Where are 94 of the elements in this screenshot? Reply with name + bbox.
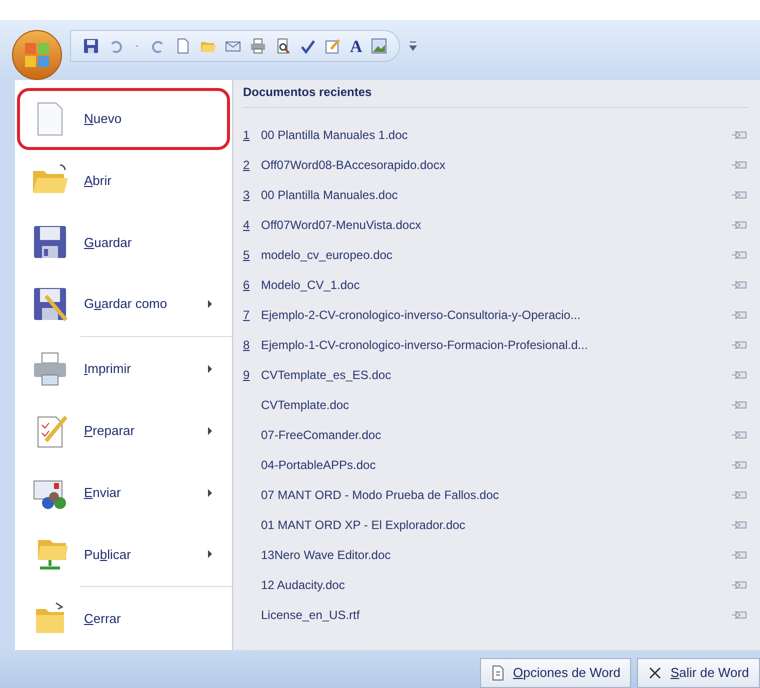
pin-icon[interactable] [732,369,748,381]
menu-label: Enviar [84,484,122,502]
menu-item[interactable]: Guardar como [17,273,230,336]
menu-label: Cerrar [84,610,122,628]
recent-document[interactable]: 6 Modelo_CV_1.doc [243,270,748,300]
recent-document[interactable]: License_en_US.rtf [243,600,748,630]
document-name: 00 Plantilla Manuales 1.doc [261,127,409,144]
office-button[interactable] [12,30,62,80]
exit-button[interactable]: Salir de Word [637,658,760,688]
document-name: 00 Plantilla Manuales.doc [261,187,399,204]
document-options-icon [491,665,506,681]
pin-icon[interactable] [732,129,748,141]
document-number: 5 [243,248,250,262]
pin-icon[interactable] [732,519,748,531]
recent-document[interactable]: 8 Ejemplo-1-CV-cronologico-inverso-Formacion-Profesional.d... [243,330,748,360]
document-name: CVTemplate.doc [261,397,350,414]
pin-icon[interactable] [732,249,748,261]
pin-icon[interactable] [732,459,748,471]
menu-item[interactable]: Nuevo [17,88,230,150]
menu-label: Guardar como [84,295,168,314]
pin-icon[interactable] [732,579,748,591]
document-number: 9 [243,368,250,382]
recent-document[interactable]: 07-FreeComander.doc [243,420,748,450]
options-button[interactable]: Opciones de Word [480,658,632,688]
document-name: 13Nero Wave Editor.doc [261,547,392,564]
pin-icon[interactable] [732,309,748,321]
document-name: License_en_US.rtf [261,607,361,624]
pin-icon[interactable] [732,609,748,621]
document-name: CVTemplate_es_ES.doc [261,367,392,384]
recent-document[interactable]: 3 00 Plantilla Manuales.doc [243,180,748,210]
menu-item[interactable]: Publicar [17,523,230,586]
document-name: 04-PortableAPPs.doc [261,457,377,474]
document-name: 07 MANT ORD - Modo Prueba de Fallos.doc [261,487,500,504]
menu-item[interactable]: Enviar [17,462,230,524]
menu-item[interactable]: Abrir [17,150,230,212]
menu-item[interactable]: Guardar [17,212,230,274]
pin-icon[interactable] [732,549,748,561]
new-document-icon[interactable] [175,38,191,54]
pin-icon[interactable] [732,399,748,411]
document-number: 4 [243,218,250,232]
pin-icon[interactable] [732,219,748,231]
recent-document[interactable]: 1 00 Plantilla Manuales 1.doc [243,120,748,150]
document-name: 12 Audacity.doc [261,577,346,594]
document-name: Modelo_CV_1.doc [261,277,361,294]
recent-document[interactable]: CVTemplate.doc [243,390,748,420]
pin-icon[interactable] [732,189,748,201]
document-name: Ejemplo-1-CV-cronologico-inverso-Formacion-Profesional.d... [261,337,589,354]
menu-label: Guardar [84,234,133,252]
save-icon[interactable] [83,38,99,54]
document-name: Off07Word08-BAccesorapido.docx [261,157,446,174]
document-number: 8 [243,338,250,352]
pin-icon[interactable] [732,429,748,441]
recent-document[interactable]: 9 CVTemplate_es_ES.doc [243,360,748,390]
recent-heading: Documentos recientes [243,80,748,108]
menu-item[interactable]: Preparar [17,400,230,462]
menu-label: Nuevo [84,110,123,128]
menu-item[interactable]: Imprimir [17,338,230,400]
document-name: modelo_cv_europeo.doc [261,247,394,264]
picture-icon[interactable] [371,38,388,54]
logo-icon [24,42,50,68]
menu-label: Abrir [84,172,112,190]
print-preview-icon[interactable] [275,38,291,54]
close-icon [648,666,662,680]
document-name: 07-FreeComander.doc [261,427,382,444]
menu-label: Imprimir [84,360,132,378]
document-name: Ejemplo-2-CV-cronologico-inverso-Consultoria-y-Operacio... [261,307,582,324]
document-number: 2 [243,158,250,172]
recent-document[interactable]: 04-PortableAPPs.doc [243,450,748,480]
document-number: 6 [243,278,250,292]
customize-caret-icon[interactable] [408,40,418,52]
recent-document[interactable]: 2 Off07Word08-BAccesorapido.docx [243,150,748,180]
document-name: Off07Word07-MenuVista.docx [261,217,422,234]
document-number: 3 [243,188,250,202]
font-button[interactable]: A [350,38,362,54]
document-number: 7 [243,308,250,322]
menu-item[interactable]: Cerrar [17,588,230,650]
edit-icon[interactable] [325,38,341,54]
recent-document[interactable]: 7 Ejemplo-2-CV-cronologico-inverso-Consultoria-y-Operacio... [243,300,748,330]
recent-document[interactable]: 4 Off07Word07-MenuVista.docx [243,210,748,240]
menu-label: Preparar [84,422,136,440]
document-name: 01 MANT ORD XP - El Explorador.doc [261,517,466,534]
recent-document[interactable]: 13Nero Wave Editor.doc [243,540,748,570]
recent-document[interactable]: 07 MANT ORD - Modo Prueba de Fallos.doc [243,480,748,510]
printer-icon[interactable] [250,38,266,54]
recent-document[interactable]: 01 MANT ORD XP - El Explorador.doc [243,510,748,540]
spellcheck-icon[interactable] [300,38,316,54]
pin-icon[interactable] [732,159,748,171]
menu-label: Publicar [84,546,132,564]
pin-icon[interactable] [732,489,748,501]
recent-document[interactable]: 12 Audacity.doc [243,570,748,600]
pin-icon[interactable] [732,339,748,351]
pin-icon[interactable] [732,279,748,291]
recent-document[interactable]: 5 modelo_cv_europeo.doc [243,240,748,270]
document-number: 1 [243,128,250,142]
